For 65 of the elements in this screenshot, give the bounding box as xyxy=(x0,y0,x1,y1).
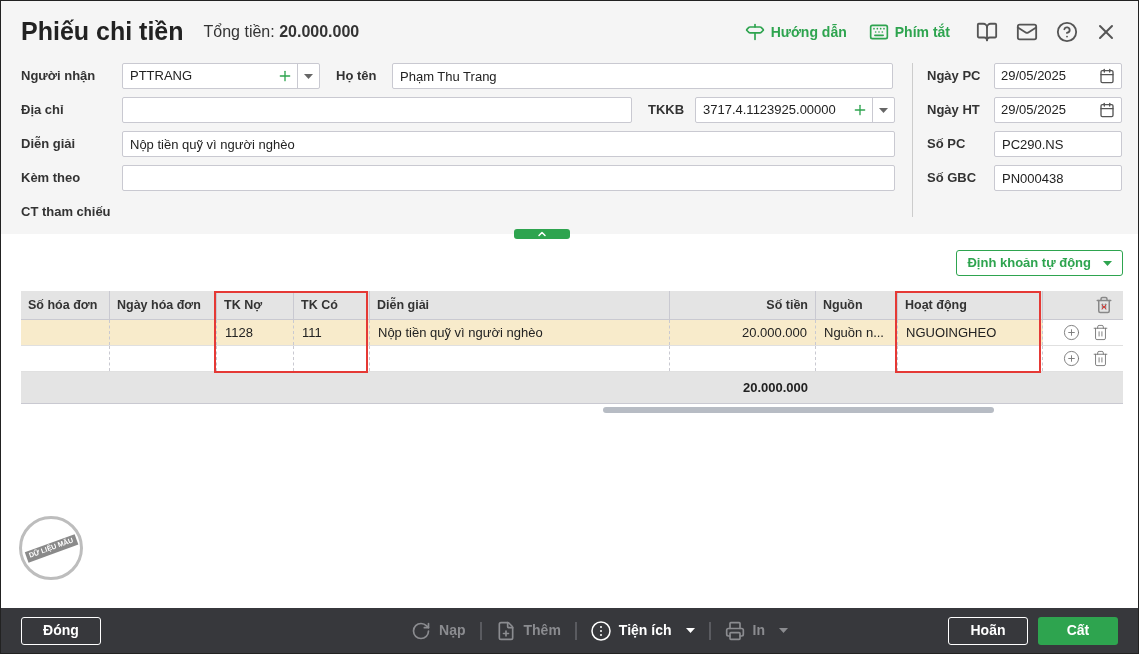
dropdown-caret-icon[interactable] xyxy=(879,107,888,113)
delete-all-icon[interactable] xyxy=(1095,296,1113,314)
column-header: Ngày hóa đơn xyxy=(110,291,217,319)
cancel-button[interactable]: Hoãn xyxy=(948,616,1028,645)
delete-row-icon[interactable] xyxy=(1092,350,1109,367)
table-cell-text: 111 xyxy=(302,323,322,342)
total-amount: 20.000.000 xyxy=(742,378,808,397)
window-title: Phiếu chi tiền xyxy=(21,16,184,48)
table-cell-text: 20.000.000 xyxy=(741,323,807,342)
total-amount: Tổng tiền: 20.000.000 xyxy=(203,22,360,42)
table-cell-text: 1128 xyxy=(225,323,253,342)
field-label: Người nhận xyxy=(21,67,97,86)
delete-row-icon[interactable] xyxy=(1092,324,1109,341)
input-field[interactable] xyxy=(122,165,895,191)
keyboard-icon xyxy=(868,22,889,42)
column-header: Số tiền xyxy=(670,291,816,319)
field-label: CT tham chiếu xyxy=(21,203,112,222)
dropdown-caret-icon[interactable] xyxy=(304,73,313,79)
column-header: Diễn giải xyxy=(370,291,670,319)
add-row-icon[interactable] xyxy=(1063,350,1080,367)
column-header: Số hóa đơn xyxy=(21,291,110,319)
combo-field[interactable]: 3717.4.1123925.00000 xyxy=(695,97,895,123)
input-field[interactable]: PN000438 xyxy=(994,165,1122,191)
collapse-button[interactable] xyxy=(514,229,570,239)
add-icon[interactable] xyxy=(852,102,868,118)
field-label: TKKB xyxy=(648,101,686,120)
combo-field[interactable]: PTTRANG xyxy=(122,63,320,89)
field-label: Ngày PC xyxy=(927,67,982,86)
dropdown-caret-icon xyxy=(685,628,695,633)
date-field[interactable]: 29/05/2025 xyxy=(994,63,1122,89)
table-row[interactable]: 1128 111 Nộp tiền quỹ vì người nghèo 20.000.000 Nguồn n... NGUOINGHEO xyxy=(21,320,1123,346)
field-label: Ngày HT xyxy=(927,101,981,120)
book-view-icon[interactable] xyxy=(976,21,998,43)
dropdown-caret-icon xyxy=(778,628,788,633)
table-cell-text: Nguồn n... xyxy=(824,323,884,342)
signpost-icon xyxy=(744,22,765,42)
add-icon[interactable] xyxy=(277,68,293,84)
field-label: Số PC xyxy=(927,135,967,154)
column-header: TK Nợ xyxy=(217,291,294,319)
help-icon[interactable] xyxy=(1056,21,1078,43)
dropdown-caret-icon xyxy=(1103,260,1112,266)
refresh-icon xyxy=(411,620,432,641)
column-header: Nguồn xyxy=(816,291,898,319)
more-icon xyxy=(590,620,611,641)
add-row-icon[interactable] xyxy=(1063,324,1080,341)
close-button[interactable]: Đóng xyxy=(21,616,101,645)
input-field[interactable]: Phạm Thu Trang xyxy=(392,63,893,89)
printer-icon xyxy=(724,620,745,641)
column-header: Hoạt động xyxy=(898,291,1043,319)
field-label: Địa chỉ xyxy=(21,101,65,120)
field-label: Số GBC xyxy=(927,169,978,188)
date-field[interactable]: 29/05/2025 xyxy=(994,97,1122,123)
input-field[interactable]: PC290.NS xyxy=(994,131,1122,157)
table-cell-text: Nộp tiền quỹ vì người nghèo xyxy=(378,323,543,342)
field-label: Họ tên xyxy=(336,67,378,86)
table-cell-text: NGUOINGHEO xyxy=(906,323,997,342)
mail-icon[interactable] xyxy=(1016,21,1038,43)
calendar-icon[interactable] xyxy=(1099,68,1115,84)
field-label: Kèm theo xyxy=(21,169,82,188)
toolbar-button[interactable]: Tiện ích xyxy=(590,620,695,641)
field-label: Diễn giải xyxy=(21,135,77,154)
input-field[interactable]: Nộp tiền quỹ vì người nghèo xyxy=(122,131,895,157)
calendar-icon[interactable] xyxy=(1099,102,1115,118)
column-header: TK Có xyxy=(294,291,370,319)
input-field[interactable] xyxy=(122,97,632,123)
